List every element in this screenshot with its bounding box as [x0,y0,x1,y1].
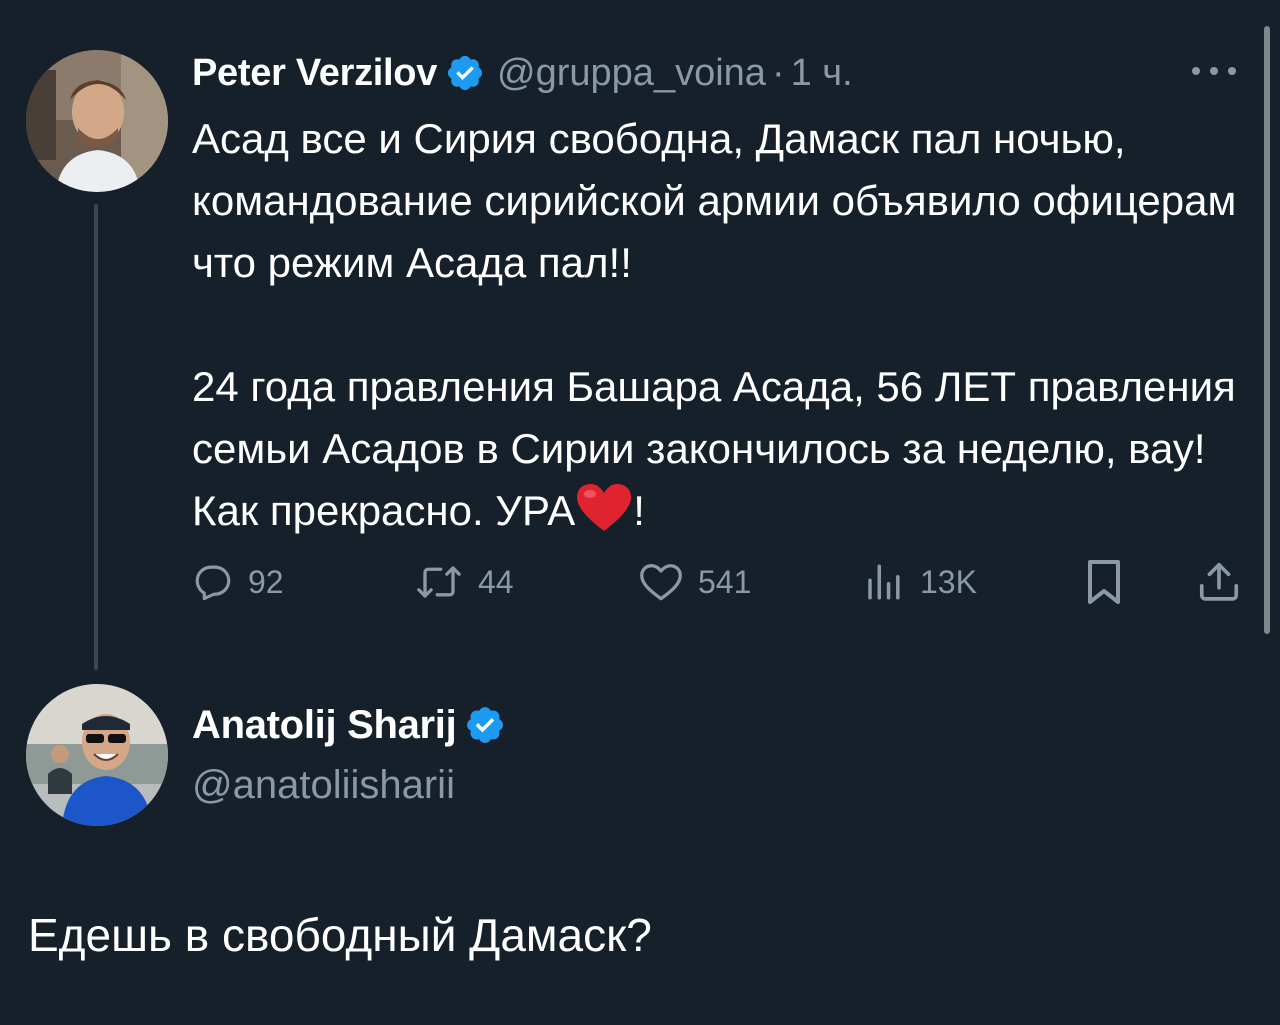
verified-badge-icon [445,53,485,93]
dot [1192,67,1200,75]
dot [1210,67,1218,75]
tweet-timestamp[interactable]: 1 ч. [791,50,853,96]
author-avatar[interactable] [26,50,168,192]
bookmark-button[interactable] [1084,552,1138,612]
reply-text: Едешь в свободный Дамаск? [28,909,652,961]
thread-connector-line [94,204,98,670]
bookmark-icon [1088,560,1120,604]
like-count: 541 [698,563,752,600]
tweet-paragraph-1: Асад все и Сирия свободна, Дамаск пал но… [192,115,1237,286]
red-heart-emoji-icon [575,483,633,533]
share-button[interactable] [1196,552,1256,612]
reply-author-name[interactable]: Anatolij Sharij [192,700,457,750]
reply-bubble-icon [195,565,231,601]
like-button[interactable]: 541 [638,552,751,612]
reply-author-handle[interactable]: @anatoliisharii [192,760,455,810]
share-icon [1199,562,1239,601]
bar-chart-icon [868,564,900,600]
tweet-paragraph-2-end: ! [633,487,645,534]
reply-count: 92 [248,563,284,600]
views-button[interactable]: 13K [862,552,977,612]
heart-outline-icon [640,564,682,601]
retweet-button[interactable]: 44 [414,552,514,612]
tweet-actions-bar: 92 44 541 13K [192,552,1252,612]
verified-badge-icon [464,704,506,746]
more-dots-icon[interactable] [1192,58,1236,84]
scrollbar[interactable] [1264,26,1270,634]
views-count: 13K [920,563,977,600]
reply-author-avatar[interactable] [26,684,168,826]
tweet-paragraph-2: 24 года правления Башара Асада, 56 ЛЕТ п… [192,356,1262,542]
tweet-paragraph-2-text: 24 года правления Башара Асада, 56 ЛЕТ п… [192,363,1236,534]
dot [1228,67,1236,75]
reply-button[interactable]: 92 [192,552,284,612]
separator-dot: · [771,52,785,94]
retweet-count: 44 [478,563,514,600]
author-name[interactable]: Peter Verzilov [192,50,437,96]
tweet-header: Peter Verzilov @gruppa_voina · 1 ч. [192,50,853,96]
author-handle[interactable]: @gruppa_voina [497,50,766,96]
retweet-icon [417,566,461,598]
reply-header: Anatolij Sharij [192,700,518,750]
tweet-text: Асад все и Сирия свободна, Дамаск пал но… [192,108,1262,542]
